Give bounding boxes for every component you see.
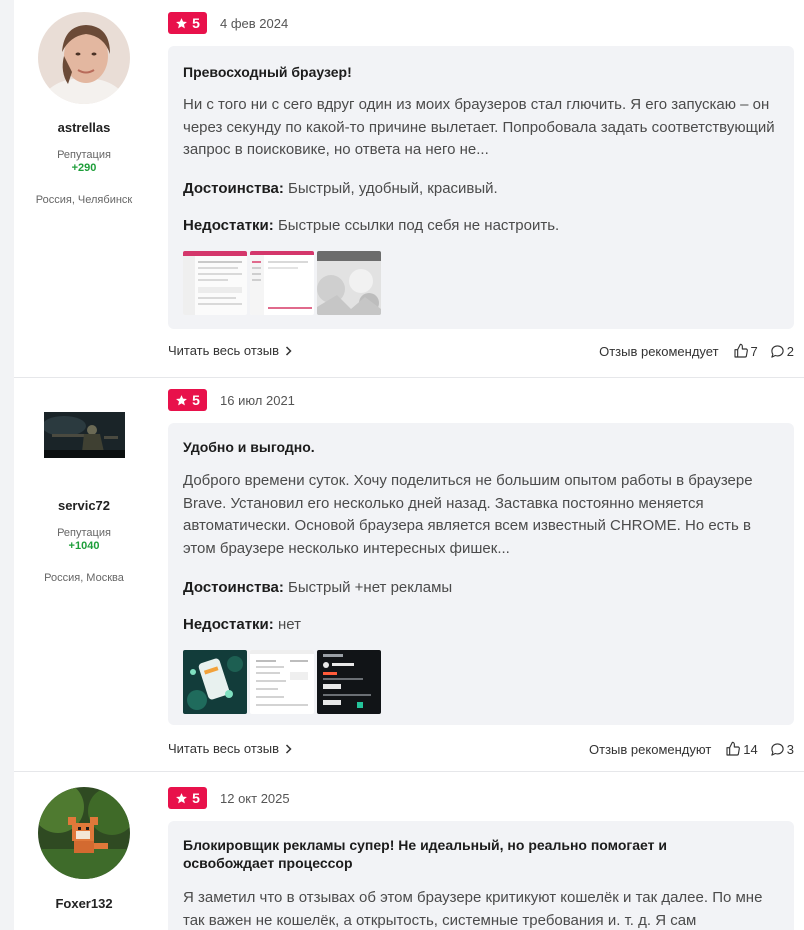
review-text: Доброго времени суток. Хочу поделиться н…	[183, 472, 753, 557]
recommend-status: Отзыв рекомендует	[599, 343, 719, 359]
review-reactions: Отзыв рекомендуют 14 3	[589, 741, 794, 757]
review-card: Foxer132 5 12 окт 2025 Блокировщик рекла…	[14, 772, 804, 930]
pros-label: Достоинства:	[183, 180, 284, 197]
review-text: Я заметил что в отзывах об этом браузере…	[183, 889, 763, 929]
chevron-right-icon	[285, 345, 292, 356]
review-photo[interactable]	[183, 650, 247, 714]
review-photo[interactable]	[250, 650, 314, 714]
read-more-label: Читать весь отзыв	[168, 741, 280, 756]
reviews-feed: astrellas Репутация +290 Россия, Челябин…	[14, 0, 804, 930]
review-photo[interactable]	[317, 251, 381, 315]
review-actions: Читать весь отзыв Отзыв рекомендуют 14 3	[168, 741, 794, 759]
author-name[interactable]: astrellas	[14, 120, 154, 135]
chevron-right-icon	[285, 743, 292, 754]
like-count: 14	[743, 741, 758, 757]
pros-text: Быстрый +нет рекламы	[288, 579, 453, 596]
author-name[interactable]: Foxer132	[14, 896, 154, 911]
author-info: servic72 Репутация +1040 Россия, Москва	[14, 412, 154, 584]
read-more-link[interactable]: Читать весь отзыв	[168, 741, 292, 756]
rating-value: 5	[192, 790, 200, 806]
pros-text: Быстрый, удобный, красивый.	[288, 180, 498, 197]
review-title[interactable]: Превосходный браузер!	[183, 63, 743, 81]
author-location: Россия, Москва	[44, 572, 124, 584]
like-count: 7	[750, 343, 758, 359]
review-cons: Недостатки: Быстрые ссылки под себя не н…	[183, 217, 559, 234]
comment-count: 2	[786, 343, 794, 359]
review-pros: Достоинства: Быстрый +нет рекламы	[183, 579, 452, 596]
rating-value: 5	[192, 392, 200, 408]
cons-label: Недостатки:	[183, 217, 274, 234]
review-photo[interactable]	[250, 251, 314, 315]
author-info: Foxer132	[14, 787, 154, 911]
rating-value: 5	[192, 15, 200, 31]
cons-text: Быстрые ссылки под себя не настроить.	[277, 217, 560, 234]
rating-badge: 5	[168, 389, 207, 411]
review-meta: 5 16 июл 2021	[168, 389, 295, 411]
review-date: 12 окт 2025	[220, 790, 290, 806]
review-photos	[183, 650, 381, 714]
review-body[interactable]: Превосходный браузер! Ни с того ни с сег…	[168, 46, 794, 329]
author-name[interactable]: servic72	[14, 498, 154, 513]
avatar[interactable]	[43, 412, 125, 458]
review-title[interactable]: Блокировщик рекламы супер! Не идеальный,…	[183, 836, 723, 872]
review-body[interactable]: Блокировщик рекламы супер! Не идеальный,…	[168, 821, 794, 930]
review-actions: Читать весь отзыв Отзыв рекомендует 7 2	[168, 343, 794, 361]
review-text: Ни с того ни с сего вдруг один из моих б…	[183, 96, 775, 158]
comment-count: 3	[786, 741, 794, 757]
review-date: 16 июл 2021	[220, 392, 295, 408]
reputation-value: +290	[71, 162, 97, 174]
review-meta: 5 12 окт 2025	[168, 787, 290, 809]
reputation-label: Репутация	[57, 527, 111, 539]
review-photos	[183, 251, 381, 315]
like-button[interactable]: 14	[725, 741, 758, 757]
review-cons: Недостатки: нет	[183, 616, 301, 633]
star-icon	[176, 17, 188, 28]
thumb-up-icon	[733, 343, 748, 358]
thumb-up-icon	[726, 741, 741, 756]
review-date: 4 фев 2024	[220, 15, 289, 31]
review-title[interactable]: Удобно и выгодно.	[183, 438, 743, 456]
rating-badge: 5	[168, 12, 207, 34]
read-more-label: Читать весь отзыв	[168, 343, 280, 358]
comment-button[interactable]: 3	[770, 742, 794, 757]
review-photo[interactable]	[317, 650, 381, 714]
review-card: astrellas Репутация +290 Россия, Челябин…	[14, 0, 804, 377]
read-more-link[interactable]: Читать весь отзыв	[168, 343, 292, 358]
author-location: Россия, Челябинск	[35, 194, 133, 206]
like-button[interactable]: 7	[733, 343, 758, 359]
avatar[interactable]	[38, 12, 130, 104]
cons-label: Недостатки:	[183, 616, 274, 633]
comment-button[interactable]: 2	[770, 344, 794, 359]
recommend-status: Отзыв рекомендуют	[589, 741, 712, 757]
cons-text: нет	[277, 616, 301, 633]
pros-label: Достоинства:	[183, 579, 284, 596]
rating-badge: 5	[168, 787, 207, 809]
review-pros: Достоинства: Быстрый, удобный, красивый.	[183, 180, 498, 197]
comment-icon	[771, 344, 784, 358]
star-icon	[176, 394, 188, 405]
avatar[interactable]	[38, 787, 130, 879]
review-meta: 5 4 фев 2024	[168, 12, 288, 34]
author-info: astrellas Репутация +290 Россия, Челябин…	[14, 12, 154, 206]
comment-icon	[771, 742, 784, 756]
reputation-value: +1040	[68, 540, 100, 552]
review-photo[interactable]	[183, 251, 247, 315]
star-icon	[176, 792, 188, 803]
review-card: servic72 Репутация +1040 Россия, Москва …	[14, 378, 804, 771]
review-reactions: Отзыв рекомендует 7 2	[599, 343, 794, 359]
review-body[interactable]: Удобно и выгодно. Доброго времени суток.…	[168, 423, 794, 725]
reputation-label: Репутация	[57, 149, 111, 161]
